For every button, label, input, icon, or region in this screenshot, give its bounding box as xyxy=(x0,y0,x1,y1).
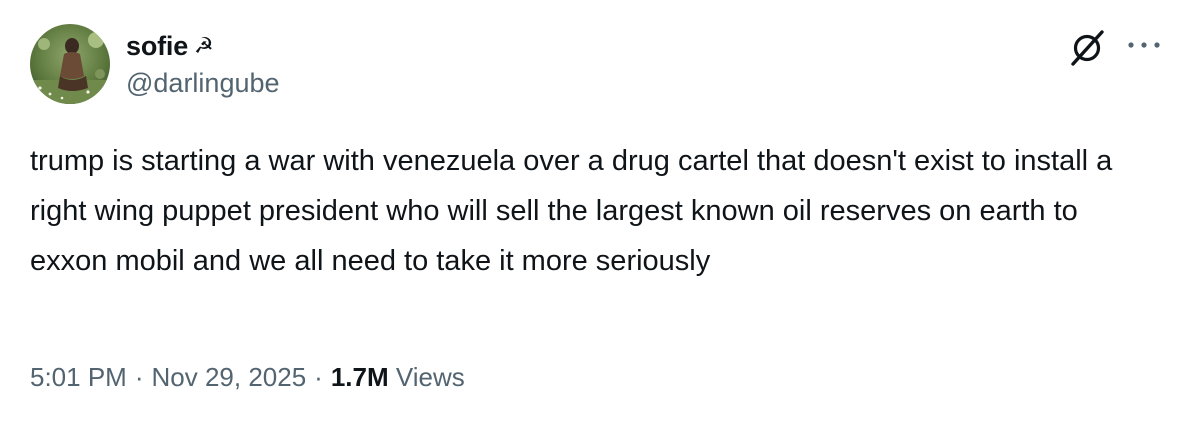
avatar-image xyxy=(30,24,110,104)
more-options-icon[interactable] xyxy=(1124,35,1164,55)
tweet-text: trump is starting a war with venezuela o… xyxy=(30,145,1113,277)
user-handle[interactable]: @darlingube xyxy=(126,68,280,99)
post-time[interactable]: 5:01 PM xyxy=(30,362,127,393)
views-count[interactable]: 1.7M xyxy=(331,362,389,393)
views-label[interactable]: Views xyxy=(396,362,465,393)
avatar[interactable] xyxy=(30,24,110,104)
tweet-metadata: 5:01 PM · Nov 29, 2025 · 1.7M Views xyxy=(30,362,465,393)
separator-dot: · xyxy=(134,362,144,392)
grok-icon[interactable] xyxy=(1065,26,1109,70)
hammer-sickle-icon: ☭ xyxy=(194,33,214,59)
separator-dot: · xyxy=(314,362,323,392)
display-name-row[interactable]: sofie ☭ xyxy=(126,28,214,64)
display-name[interactable]: sofie xyxy=(126,31,188,62)
post-date[interactable]: Nov 29, 2025 xyxy=(152,362,307,393)
views-label-spacer xyxy=(389,362,396,393)
tweet-card: sofie ☭ @darlingube trump is starting a … xyxy=(0,0,1190,428)
